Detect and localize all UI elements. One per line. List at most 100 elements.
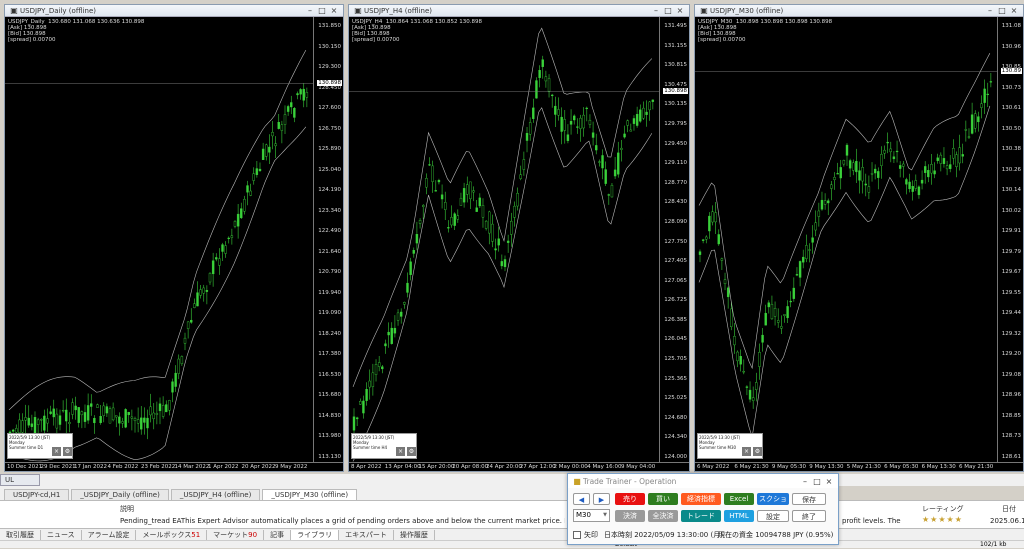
title-bar[interactable]: ▣ USDJPY_M30 (offline) – □ × (695, 5, 1023, 17)
tab-mailbox[interactable]: メールボックス51 (136, 529, 208, 540)
close-icon[interactable]: × (396, 447, 405, 456)
candle-body (374, 364, 378, 375)
maximize-icon[interactable]: □ (316, 6, 328, 15)
candlestick-plot[interactable] (349, 17, 689, 471)
candle-body (359, 400, 362, 405)
time-label: 2 May 00:00 (553, 464, 588, 470)
next-bar-button[interactable]: ▶ (593, 493, 610, 505)
candle-body (406, 282, 409, 293)
candle-body (939, 154, 943, 164)
chart-window-daily[interactable]: ▣ USDJPY_Daily (offline) – □ × USDJPY_Daily … (4, 4, 344, 472)
window-tab[interactable]: USDJPY-cd,H1 (4, 489, 70, 500)
end-button[interactable]: 終了 (792, 510, 826, 522)
time-axis[interactable]: 6 May 2022 6 May 21:30 9 May 05:30 9 May 13… (695, 462, 1023, 471)
ul-panel-tab[interactable]: UL (0, 474, 40, 486)
candle-body (964, 129, 968, 131)
timeframe-select[interactable]: M30 ▼ (573, 509, 610, 522)
dialog-title-bar[interactable]: ■ Trade Trainer - Operation – □ × (568, 474, 838, 488)
price-label: 129.20 (1001, 351, 1021, 358)
minimize-icon[interactable]: – (304, 6, 316, 15)
tab-experts[interactable]: エキスパート (339, 529, 394, 540)
candle-body (817, 210, 821, 217)
price-axis[interactable]: 131.08130.96130.85130.73130.61130.50130.… (997, 17, 1023, 462)
settle-all-button[interactable]: 全決済 (648, 510, 678, 522)
candle-body (180, 356, 184, 364)
close-icon[interactable]: × (742, 447, 751, 456)
close-icon[interactable]: × (52, 447, 61, 456)
time-label: 6 May 2022 (697, 464, 730, 470)
candle-body (770, 303, 774, 320)
trade-button[interactable]: トレード (681, 510, 721, 522)
price-axis[interactable]: 131.495 131.155 130.815 130.475 130.135 129.7… (659, 17, 689, 462)
settings-icon[interactable]: ⚙ (63, 447, 72, 456)
tab-library[interactable]: ライブラリ (291, 529, 340, 540)
candle-body (742, 371, 745, 373)
arrow-checkbox[interactable] (573, 531, 581, 539)
candle-body (651, 99, 655, 102)
price-chart[interactable]: USDJPY_Daily 130.680 131.068 130.636 130… (5, 17, 343, 471)
candle-body (24, 417, 27, 421)
settings-button[interactable]: 設定 (757, 510, 789, 522)
window-tab-active[interactable]: _USDJPY_M30 (offline) (262, 489, 358, 500)
price-chart[interactable]: USDJPY_M30 130.898 130.898 130.898 130.8… (695, 17, 1023, 471)
candlestick-plot[interactable] (695, 17, 1023, 471)
candle-body (456, 215, 460, 220)
settle-button[interactable]: 決済 (615, 510, 645, 522)
close-icon[interactable]: × (328, 6, 340, 15)
ea-description[interactable]: Pending_tread EAThis Expert Advisor auto… (120, 517, 565, 525)
chart-window-h4[interactable]: ▣ USDJPY_H4 (offline) – □ × USDJPY_H4 130.86… (348, 4, 690, 472)
price-label: 128.430 (664, 199, 687, 206)
candle-body (165, 404, 168, 413)
tab-market[interactable]: マーケット90 (207, 529, 265, 540)
window-tab[interactable]: _USDJPY_Daily (offline) (71, 489, 169, 500)
candle-body (576, 126, 579, 128)
candle-body (730, 308, 733, 327)
minimize-icon[interactable]: – (799, 477, 811, 486)
title-bar[interactable]: ▣ USDJPY_Daily (offline) – □ × (5, 5, 343, 17)
time-label: 5 May 21:30 (846, 464, 881, 470)
candle-body (827, 200, 830, 204)
time-axis[interactable]: 8 Apr 2022 13 Apr 04:00 15 Apr 20:00 20 Apr… (349, 462, 689, 471)
html-button[interactable]: HTML (724, 510, 754, 522)
maximize-icon[interactable]: □ (996, 6, 1008, 15)
candle-body (221, 244, 224, 252)
excel-button[interactable]: Excel (724, 493, 754, 505)
tab-journal[interactable]: 操作履歴 (394, 529, 435, 540)
candlestick-plot[interactable] (5, 17, 343, 471)
candle-body (535, 80, 538, 99)
chart-window-m30[interactable]: ▣ USDJPY_M30 (offline) – □ × USDJPY_M30 130.… (694, 4, 1024, 472)
trade-trainer-dialog[interactable]: ■ Trade Trainer - Operation – □ × ◀ ▶ 売り… (567, 473, 839, 545)
close-icon[interactable]: × (1008, 6, 1020, 15)
settings-icon[interactable]: ⚙ (753, 447, 762, 456)
economic-indicator-button[interactable]: 経済指標 (681, 493, 721, 505)
close-icon[interactable]: × (823, 477, 835, 486)
buy-button[interactable]: 買い (648, 493, 678, 505)
time-label: 4 Feb 2022 (107, 464, 139, 470)
screenshot-button[interactable]: スクショ (757, 493, 789, 505)
price-chart[interactable]: USDJPY_H4 130.864 131.068 130.852 130.89… (349, 17, 689, 471)
candle-body (967, 136, 971, 138)
tab-history[interactable]: 取引履歴 (0, 529, 41, 540)
settings-icon[interactable]: ⚙ (407, 447, 416, 456)
title-bar[interactable]: ▣ USDJPY_H4 (offline) – □ × (349, 5, 689, 17)
candle-body (761, 334, 764, 343)
candle-body (970, 114, 974, 134)
window-tab[interactable]: _USDJPY_H4 (offline) (170, 489, 261, 500)
minimize-icon[interactable]: – (650, 6, 662, 15)
sell-button[interactable]: 売り (615, 493, 645, 505)
tab-news[interactable]: ニュース (41, 529, 82, 540)
tab-alerts[interactable]: アラーム設定 (82, 529, 137, 540)
candle-body (21, 420, 24, 433)
price-label: 129.450 (664, 140, 687, 147)
price-axis[interactable]: 131.850 130.150 129.300 128.450 127.600 126.7… (313, 17, 343, 462)
chart-window-tabs: USDJPY-cd,H1 _USDJPY_Daily (offline) _US… (0, 486, 570, 500)
maximize-icon[interactable]: □ (811, 477, 823, 486)
close-icon[interactable]: × (674, 6, 686, 15)
price-label: 128.090 (664, 218, 687, 225)
tab-articles[interactable]: 記事 (264, 529, 292, 540)
time-axis[interactable]: 10 Dec 2021 29 Dec 2021 17 Jan 2022 4 Feb 2… (5, 462, 343, 471)
minimize-icon[interactable]: – (984, 6, 996, 15)
prev-bar-button[interactable]: ◀ (573, 493, 590, 505)
maximize-icon[interactable]: □ (662, 6, 674, 15)
save-button[interactable]: 保存 (792, 493, 826, 505)
